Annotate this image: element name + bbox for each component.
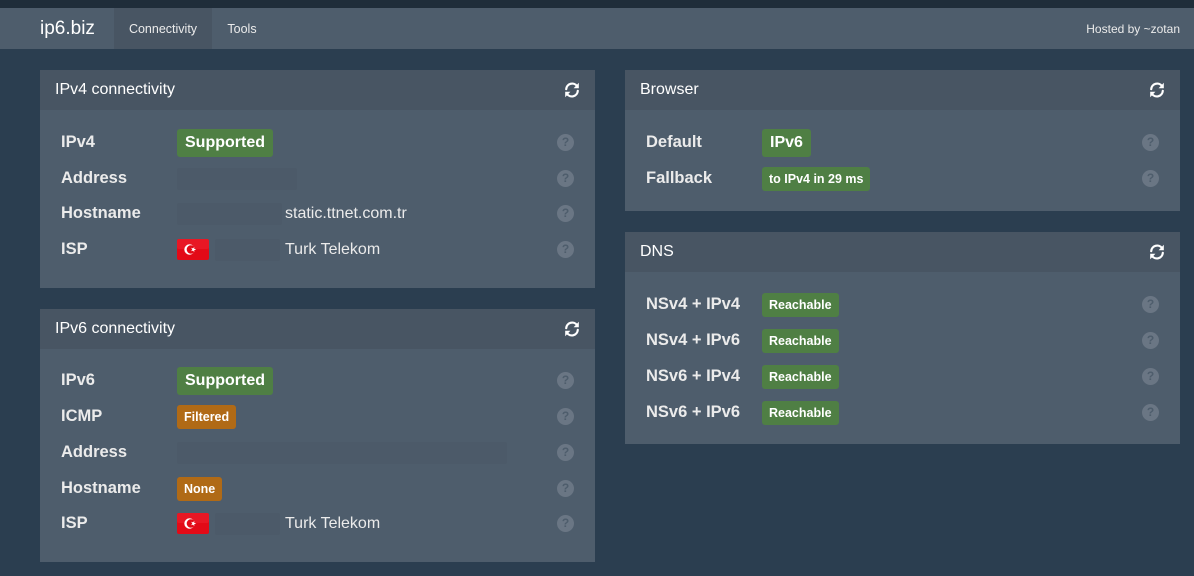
status-badge: Filtered	[177, 405, 237, 429]
tab-tools[interactable]: Tools	[212, 8, 272, 49]
ipv4-panel-header: IPv4 connectivity	[40, 70, 595, 110]
ipv6-row-address: Address ?	[40, 439, 595, 467]
top-strip	[0, 0, 1194, 8]
help-icon[interactable]: ?	[557, 444, 574, 461]
ipv6-row-icmp: ICMP Filtered ?	[40, 403, 595, 431]
help-icon[interactable]: ?	[557, 205, 574, 222]
help-icon[interactable]: ?	[1142, 134, 1159, 151]
ipv4-panel-title: IPv4 connectivity	[55, 81, 176, 98]
row-label: Hostname	[61, 204, 141, 222]
row-label: IPv6	[61, 371, 95, 389]
row-label: NSv4 + IPv4	[646, 295, 741, 313]
ipv6-row-support: IPv6 Supported ?	[40, 367, 595, 395]
status-badge: Reachable	[762, 365, 839, 389]
status-badge: to IPv4 in 29 ms	[762, 167, 871, 191]
turkey-flag-icon	[177, 513, 209, 534]
row-label: Address	[61, 443, 128, 461]
help-icon[interactable]: ?	[1142, 368, 1159, 385]
ipv6-panel-title: IPv6 connectivity	[55, 320, 176, 337]
ipv6-panel: IPv6 connectivity IPv6 Supported ? ICMP …	[40, 309, 595, 562]
ipv4-row-address: Address ?	[40, 165, 595, 193]
refresh-icon[interactable]	[1148, 81, 1166, 99]
browser-row-fallback: Fallback to IPv4 in 29 ms ?	[625, 165, 1180, 193]
tab-connectivity[interactable]: Connectivity	[114, 8, 212, 49]
ipv4-row-support: IPv4 Supported ?	[40, 129, 595, 157]
dns-row-nsv6-ipv4: NSv6 + IPv4 Reachable ?	[625, 363, 1180, 391]
help-icon[interactable]: ?	[557, 372, 574, 389]
status-badge: Supported	[177, 129, 273, 157]
row-label: NSv4 + IPv6	[646, 331, 741, 349]
ipv6-panel-header: IPv6 connectivity	[40, 309, 595, 349]
dns-row-nsv4-ipv6: NSv4 + IPv6 Reachable ?	[625, 327, 1180, 355]
status-badge: IPv6	[762, 129, 811, 157]
browser-row-default: Default IPv6 ?	[625, 129, 1180, 157]
dns-panel-header: DNS	[625, 232, 1180, 272]
row-label: Address	[61, 169, 128, 187]
dns-row-nsv4-ipv4: NSv4 + IPv4 Reachable ?	[625, 291, 1180, 319]
browser-panel-header: Browser	[625, 70, 1180, 110]
refresh-icon[interactable]	[563, 81, 581, 99]
ipv6-row-isp: ISP Turk Telekom ?	[40, 510, 595, 538]
row-label: Default	[646, 133, 702, 151]
ipv4-row-isp: ISP Turk Telekom ?	[40, 236, 595, 264]
row-label: NSv6 + IPv6	[646, 403, 741, 421]
row-label: NSv6 + IPv4	[646, 367, 741, 385]
navbar: ip6.biz Connectivity Tools Hosted by ~zo…	[0, 8, 1194, 49]
row-label: ISP	[61, 240, 88, 258]
row-label: ISP	[61, 514, 88, 532]
status-badge: Reachable	[762, 329, 839, 353]
dns-row-nsv6-ipv6: NSv6 + IPv6 Reachable ?	[625, 399, 1180, 427]
dns-panel: DNS NSv4 + IPv4 Reachable ? NSv4 + IPv6 …	[625, 232, 1180, 444]
help-icon[interactable]: ?	[1142, 404, 1159, 421]
dns-panel-title: DNS	[640, 243, 674, 260]
help-icon[interactable]: ?	[1142, 332, 1159, 349]
help-icon[interactable]: ?	[557, 170, 574, 187]
status-badge: None	[177, 477, 223, 501]
refresh-icon[interactable]	[1148, 243, 1166, 261]
hostname-value: static.ttnet.com.tr	[285, 205, 407, 222]
status-badge: Supported	[177, 367, 273, 395]
isp-value: Turk Telekom	[285, 241, 381, 258]
redacted-hostname	[177, 203, 282, 225]
row-label: Hostname	[61, 479, 141, 497]
help-icon[interactable]: ?	[557, 134, 574, 151]
ipv6-row-hostname: Hostname None ?	[40, 475, 595, 503]
redacted-asn	[215, 513, 280, 535]
row-label: IPv4	[61, 133, 95, 151]
brand-logo[interactable]: ip6.biz	[40, 8, 95, 49]
help-icon[interactable]: ?	[1142, 296, 1159, 313]
browser-panel: Browser Default IPv6 ? Fallback to IPv4 …	[625, 70, 1180, 211]
turkey-flag-icon	[177, 239, 209, 260]
redacted-address	[177, 442, 507, 464]
help-icon[interactable]: ?	[557, 515, 574, 532]
ipv4-row-hostname: Hostname static.ttnet.com.tr ?	[40, 200, 595, 228]
browser-panel-title: Browser	[640, 81, 699, 98]
help-icon[interactable]: ?	[557, 480, 574, 497]
redacted-asn	[215, 239, 280, 261]
status-badge: Reachable	[762, 293, 839, 317]
isp-value: Turk Telekom	[285, 515, 381, 532]
status-badge: Reachable	[762, 401, 839, 425]
refresh-icon[interactable]	[563, 320, 581, 338]
row-label: Fallback	[646, 169, 713, 187]
help-icon[interactable]: ?	[557, 408, 574, 425]
row-label: ICMP	[61, 407, 103, 425]
help-icon[interactable]: ?	[1142, 170, 1159, 187]
hosted-by-link[interactable]: Hosted by ~zotan	[1086, 8, 1180, 49]
help-icon[interactable]: ?	[557, 241, 574, 258]
redacted-address	[177, 168, 297, 190]
ipv4-panel: IPv4 connectivity IPv4 Supported ? Addre…	[40, 70, 595, 288]
